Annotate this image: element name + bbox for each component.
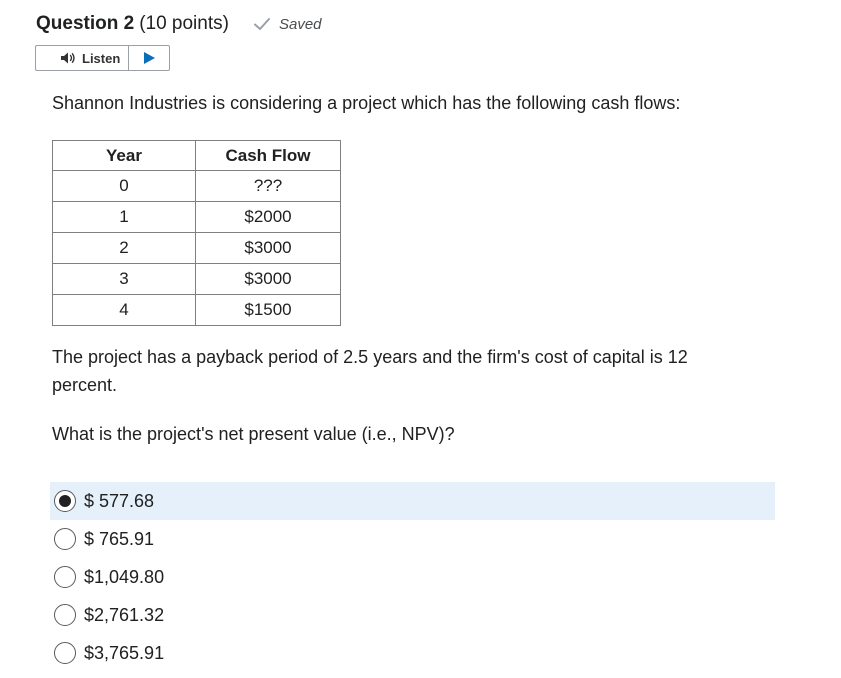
table-row: 0 ??? — [52, 170, 341, 202]
table-row: 2 $3000 — [52, 232, 341, 264]
cash-flow-table: Year Cash Flow 0 ??? 1 $2000 2 $3000 3 $… — [52, 140, 341, 326]
column-header-year: Year — [52, 140, 196, 171]
radio-button[interactable] — [54, 528, 76, 550]
radio-button[interactable] — [54, 490, 76, 512]
radio-button[interactable] — [54, 642, 76, 664]
question-prompt: What is the project's net present value … — [52, 424, 455, 444]
cash-flow-cell: $3000 — [195, 232, 341, 264]
table-row: 1 $2000 — [52, 201, 341, 233]
radio-button[interactable] — [54, 566, 76, 588]
radio-button[interactable] — [54, 604, 76, 626]
question-header: Question 2 (10 points) Saved — [36, 11, 322, 37]
play-button[interactable] — [129, 46, 169, 70]
answer-option[interactable]: $1,049.80 — [50, 558, 775, 596]
cash-flow-cell: $1500 — [195, 294, 341, 326]
table-row: 4 $1500 — [52, 294, 341, 326]
column-header-cash-flow: Cash Flow — [195, 140, 341, 171]
answer-option-label: $1,049.80 — [84, 566, 165, 587]
question-paragraph-payback: The project has a payback period of 2.5 … — [52, 347, 688, 395]
answer-option-label: $ 765.91 — [84, 528, 155, 549]
radio-dot-icon — [59, 495, 71, 507]
question-points: (10 points) — [139, 13, 229, 34]
answer-option[interactable]: $2,761.32 — [50, 596, 775, 634]
saved-status: Saved — [253, 15, 322, 33]
table-row: 3 $3000 — [52, 263, 341, 295]
question-intro: Shannon Industries is considering a proj… — [52, 93, 681, 113]
listen-label: Listen — [82, 50, 121, 66]
checkmark-icon — [253, 18, 270, 30]
year-cell: 4 — [52, 294, 196, 326]
saved-text: Saved — [278, 15, 322, 33]
speaker-icon — [61, 52, 75, 64]
cash-flow-cell: $2000 — [195, 201, 341, 233]
table-header-row: Year Cash Flow — [52, 140, 341, 171]
year-cell: 1 — [52, 201, 196, 233]
answer-option-label: $2,761.32 — [84, 604, 165, 625]
cash-flow-cell: $3000 — [195, 263, 341, 295]
answer-option-label: $3,765.91 — [84, 642, 165, 663]
year-cell: 2 — [52, 232, 196, 264]
answer-option[interactable]: $ 577.68 — [50, 482, 775, 520]
cash-flow-cell: ??? — [195, 170, 341, 202]
answer-option-label: $ 577.68 — [84, 490, 155, 511]
answer-options: $ 577.68 $ 765.91 $1,049.80 $2,761.32 $3… — [50, 482, 775, 672]
year-cell: 3 — [52, 263, 196, 295]
answer-option[interactable]: $ 765.91 — [50, 520, 775, 558]
play-icon — [143, 52, 155, 64]
question-title: Question 2 — [36, 13, 135, 34]
listen-button[interactable]: Listen — [36, 46, 130, 70]
year-cell: 0 — [52, 170, 196, 202]
answer-option[interactable]: $3,765.91 — [50, 634, 775, 672]
listen-control: Listen — [35, 45, 170, 71]
